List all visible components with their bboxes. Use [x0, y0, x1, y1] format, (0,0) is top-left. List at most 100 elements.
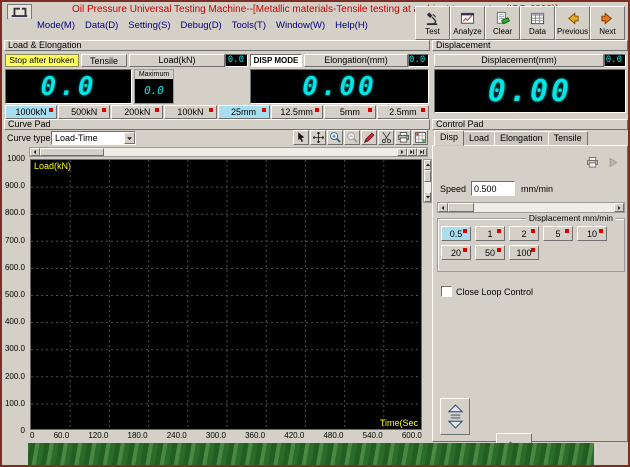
speed-100-button[interactable]: 100 — [509, 245, 539, 260]
tab-elongation[interactable]: Elongation — [494, 131, 549, 146]
indicator-dot — [463, 229, 467, 233]
slider-track[interactable] — [448, 203, 614, 212]
indicator-dot — [315, 108, 319, 112]
h-scrollbar-track[interactable] — [40, 148, 397, 156]
close-loop-checkbox[interactable] — [441, 286, 452, 297]
print-icon[interactable] — [395, 130, 411, 145]
range-5mm-button[interactable]: 5mm — [324, 105, 376, 119]
close-loop-label: Close Loop Control — [456, 287, 533, 297]
y-tick-label: 400.0 — [5, 317, 25, 326]
x-tick-label: 600.0 — [402, 431, 422, 441]
speed-2-button[interactable]: 2 — [509, 226, 539, 241]
clear-icon — [495, 11, 510, 26]
curve-type-dropdown[interactable]: Load-Time — [51, 131, 136, 145]
maximum-label: Maximum — [135, 70, 173, 79]
menu-data-d[interactable]: Data(D) — [80, 19, 123, 32]
cursor-icon[interactable] — [293, 130, 309, 145]
range-1000kn-button[interactable]: 1000kN — [5, 105, 57, 119]
y-tick-label: 0 — [21, 426, 25, 435]
test-icon — [425, 11, 440, 26]
speed-0.5-button[interactable]: 0.5 — [441, 226, 471, 241]
menu-help-h[interactable]: Help(H) — [330, 19, 373, 32]
slider-right-button[interactable] — [614, 203, 624, 212]
desktop-strip — [2, 443, 628, 465]
speed-50-button[interactable]: 50 — [475, 245, 505, 260]
print-icon[interactable] — [586, 156, 599, 169]
load-main-display: 0.0 — [5, 69, 132, 104]
y-tick-label: 700.0 — [5, 236, 25, 245]
end-right-button[interactable] — [417, 148, 427, 156]
range-2.5mm-button[interactable]: 2.5mm — [377, 105, 429, 119]
slider-left-button[interactable] — [438, 203, 448, 212]
range-500kn-button[interactable]: 500kN — [58, 105, 110, 119]
dropdown-arrow-button[interactable] — [124, 132, 135, 144]
move-icon[interactable] — [310, 130, 326, 145]
toolbar-clear-button[interactable]: Clear — [485, 6, 520, 40]
pen-icon[interactable] — [361, 130, 377, 145]
jog-updown-button[interactable] — [440, 398, 470, 435]
tab-load[interactable]: Load — [463, 131, 495, 146]
stop-after-broken-button[interactable]: Stop after broken — [5, 54, 79, 67]
range-12.5mm-button[interactable]: 12.5mm — [271, 105, 323, 119]
x-tick-label: 180.0 — [128, 431, 148, 441]
zoom-out-icon[interactable] — [344, 130, 360, 145]
load-elongation-panel: Stop after broken Tensile Load(kN) 0.0 D… — [4, 52, 430, 119]
speed-20-button[interactable]: 20 — [441, 245, 471, 260]
scroll-up-button[interactable] — [424, 160, 431, 170]
curve-type-value: Load-Time — [52, 132, 124, 144]
step-end-icon — [419, 149, 425, 155]
menu-mode-m[interactable]: Mode(M) — [32, 19, 80, 32]
toolbar-next-button[interactable]: Next — [590, 6, 625, 40]
speed-slider[interactable] — [437, 202, 625, 213]
export-icon[interactable] — [412, 130, 428, 145]
speed-buttons: 0.5 125 10 20 50 100 — [438, 219, 624, 260]
y-tick-label: 500.0 — [5, 290, 25, 299]
toolbar-analyze-button[interactable]: Analyze — [450, 6, 485, 40]
chart-h-scrollbar[interactable] — [29, 147, 428, 157]
tensile-button[interactable]: Tensile — [81, 54, 127, 67]
range-buttons: 1000kN500kN200kN100kN25mm12.5mm5mm2.5mm — [5, 105, 429, 119]
indicator-dot — [565, 229, 569, 233]
menu-window-w[interactable]: Window(W) — [271, 19, 330, 32]
step-right-button[interactable] — [407, 148, 417, 156]
range-200kn-button[interactable]: 200kN — [111, 105, 163, 119]
left-arrow-icon — [32, 149, 38, 155]
play-icon[interactable] — [606, 156, 619, 169]
scroll-right-button[interactable] — [397, 148, 407, 156]
y-tick-label: 600.0 — [5, 263, 25, 272]
range-100kn-button[interactable]: 100kN — [164, 105, 216, 119]
chart-v-scrollbar[interactable] — [423, 159, 432, 203]
zoom-in-icon[interactable] — [327, 130, 343, 145]
control-page: Speed mm/min Displacement mm/min 0.51251… — [432, 145, 628, 442]
slider-thumb[interactable] — [448, 203, 474, 212]
v-scrollbar-track[interactable] — [424, 170, 431, 192]
tab-disp[interactable]: Disp — [434, 130, 464, 146]
speed-10-button[interactable]: 10 — [577, 226, 607, 241]
toolbar-test-button[interactable]: Test — [415, 6, 450, 40]
toolbar-previous-button[interactable]: Previous — [555, 6, 590, 40]
toolbar-data-button[interactable]: Data — [520, 6, 555, 40]
range-25mm-button[interactable]: 25mm — [218, 105, 270, 119]
menu-debug-d[interactable]: Debug(D) — [176, 19, 227, 32]
close-loop-row[interactable]: Close Loop Control — [441, 286, 533, 297]
v-scrollbar-thumb[interactable] — [424, 170, 431, 182]
scroll-left-button[interactable] — [30, 148, 40, 156]
menu-setting-s[interactable]: Setting(S) — [123, 19, 175, 32]
next-icon — [600, 11, 615, 26]
menu-tools-t[interactable]: Tools(T) — [227, 19, 271, 32]
speed-input[interactable] — [471, 181, 515, 196]
left-arrow-icon — [440, 205, 446, 211]
indicator-dot — [531, 229, 535, 233]
speed-1-button[interactable]: 1 — [475, 226, 505, 241]
plot-area: Load(kN) Time(Sec — [30, 159, 422, 430]
data-icon — [530, 11, 545, 26]
scroll-down-button[interactable] — [424, 192, 431, 202]
cut-icon[interactable] — [378, 130, 394, 145]
control-tabs: DispLoadElongationTensile — [434, 131, 587, 146]
tab-tensile[interactable]: Tensile — [548, 131, 588, 146]
speed-group: Displacement mm/min 0.5125102050100 — [437, 218, 625, 272]
curve-pad-title: Curve Pad — [8, 119, 51, 129]
grid-lines — [31, 160, 422, 430]
speed-5-button[interactable]: 5 — [543, 226, 573, 241]
h-scrollbar-thumb[interactable] — [40, 148, 104, 156]
